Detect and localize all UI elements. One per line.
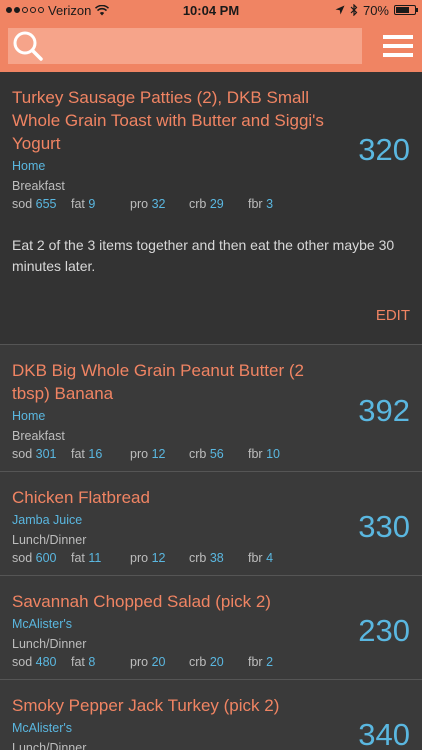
entry-title[interactable]: Savannah Chopped Salad (pick 2) (12, 590, 332, 613)
search-input[interactable] (44, 28, 362, 64)
entry-calories: 330 (358, 508, 410, 544)
food-entry[interactable]: Chicken Flatbread Jamba Juice Lunch/Dinn… (0, 472, 422, 576)
macro-crb: crb 38 (189, 551, 224, 565)
macro-pro: pro 12 (130, 447, 166, 461)
entry-macros: sod 480 fat 8 pro 20 crb 20 fbr 2 (12, 653, 332, 671)
location-arrow-icon (335, 5, 345, 15)
battery-level (396, 7, 409, 13)
macro-fat: fat 8 (71, 655, 96, 669)
entry-meal-type: Breakfast (12, 179, 65, 193)
entry-source: McAlister's (12, 617, 73, 631)
status-time: 10:04 PM (182, 2, 240, 18)
entry-meal-type: Lunch/Dinner (12, 533, 87, 547)
edit-button[interactable]: EDIT (376, 307, 410, 324)
entry-body: Savannah Chopped Salad (pick 2) McAliste… (12, 590, 410, 671)
entry-calories: 392 (358, 393, 410, 428)
nav-bar (0, 20, 422, 72)
entry-meal-type: Lunch/Dinner (12, 741, 87, 750)
food-entry[interactable]: Turkey Sausage Patties (2), DKB Small Wh… (0, 72, 422, 345)
macro-sod: sod 480 (12, 655, 57, 669)
hamburger-menu-icon[interactable] (382, 33, 414, 59)
battery-icon (394, 5, 418, 15)
macro-fbr: fbr 10 (248, 447, 280, 461)
entry-calories: 230 (358, 612, 410, 648)
wifi-icon (95, 4, 110, 15)
macro-pro: pro 20 (130, 655, 166, 669)
search-box[interactable] (8, 28, 362, 64)
signal-strength-icon (6, 7, 44, 13)
macro-crb: crb 56 (189, 447, 224, 461)
entry-calories: 320 (358, 131, 410, 167)
entry-source: Home (12, 409, 46, 423)
bluetooth-icon (350, 4, 358, 16)
status-bar: Verizon 10:04 PM 70% (0, 0, 422, 20)
food-entry[interactable]: Savannah Chopped Salad (pick 2) McAliste… (0, 576, 422, 680)
macro-fbr: fbr 3 (248, 197, 274, 211)
food-entry[interactable]: DKB Big Whole Grain Peanut Butter (2 tbs… (0, 345, 422, 472)
entry-source: Jamba Juice (12, 513, 83, 527)
macro-sod: sod 301 (12, 447, 57, 461)
macro-crb: crb 20 (189, 655, 224, 669)
entry-body: Turkey Sausage Patties (2), DKB Small Wh… (12, 86, 410, 213)
macro-fbr: fbr 2 (248, 655, 274, 669)
macro-fat: fat 9 (71, 197, 96, 211)
entry-body: DKB Big Whole Grain Peanut Butter (2 tbs… (12, 359, 410, 463)
entry-meal-type: Lunch/Dinner (12, 637, 87, 651)
macro-sod: sod 655 (12, 197, 57, 211)
entry-source: McAlister's (12, 721, 73, 735)
food-entry-list: Turkey Sausage Patties (2), DKB Small Wh… (0, 72, 422, 750)
entry-meal-type: Breakfast (12, 429, 65, 443)
edit-row: EDIT (12, 307, 410, 324)
menu-button[interactable] (362, 28, 414, 64)
food-entry[interactable]: Smoky Pepper Jack Turkey (pick 2) McAlis… (0, 680, 422, 750)
entry-title[interactable]: Smoky Pepper Jack Turkey (pick 2) (12, 694, 332, 717)
status-right: 70% (335, 2, 418, 18)
macro-fat: fat 11 (71, 551, 102, 565)
entry-macros: sod 655 fat 9 pro 32 crb 29 fbr 3 (12, 195, 332, 213)
macro-fbr: fbr 4 (248, 551, 274, 565)
search-icon[interactable] (12, 30, 44, 62)
entry-source: Home (12, 159, 46, 173)
entry-title[interactable]: DKB Big Whole Grain Peanut Butter (2 tbs… (12, 359, 332, 405)
macro-sod: sod 600 (12, 551, 57, 565)
macro-crb: crb 29 (189, 197, 224, 211)
status-left: Verizon (6, 2, 110, 18)
entry-macros: sod 600 fat 11 pro 12 crb 38 fbr 4 (12, 549, 332, 567)
entry-body: Chicken Flatbread Jamba Juice Lunch/Dinn… (12, 486, 410, 567)
battery-percent: 70% (362, 2, 389, 18)
entry-macros: sod 301 fat 16 pro 12 crb 56 fbr 10 (12, 445, 332, 463)
entry-calories: 340 (358, 716, 410, 750)
macro-pro: pro 12 (130, 551, 166, 565)
macro-pro: pro 32 (130, 197, 166, 211)
entry-title[interactable]: Turkey Sausage Patties (2), DKB Small Wh… (12, 86, 332, 155)
entry-body: Smoky Pepper Jack Turkey (pick 2) McAlis… (12, 694, 410, 750)
macro-fat: fat 16 (71, 447, 103, 461)
entry-note: Eat 2 of the 3 items together and then e… (12, 237, 395, 274)
carrier-name: Verizon (48, 2, 92, 18)
entry-title[interactable]: Chicken Flatbread (12, 486, 332, 509)
